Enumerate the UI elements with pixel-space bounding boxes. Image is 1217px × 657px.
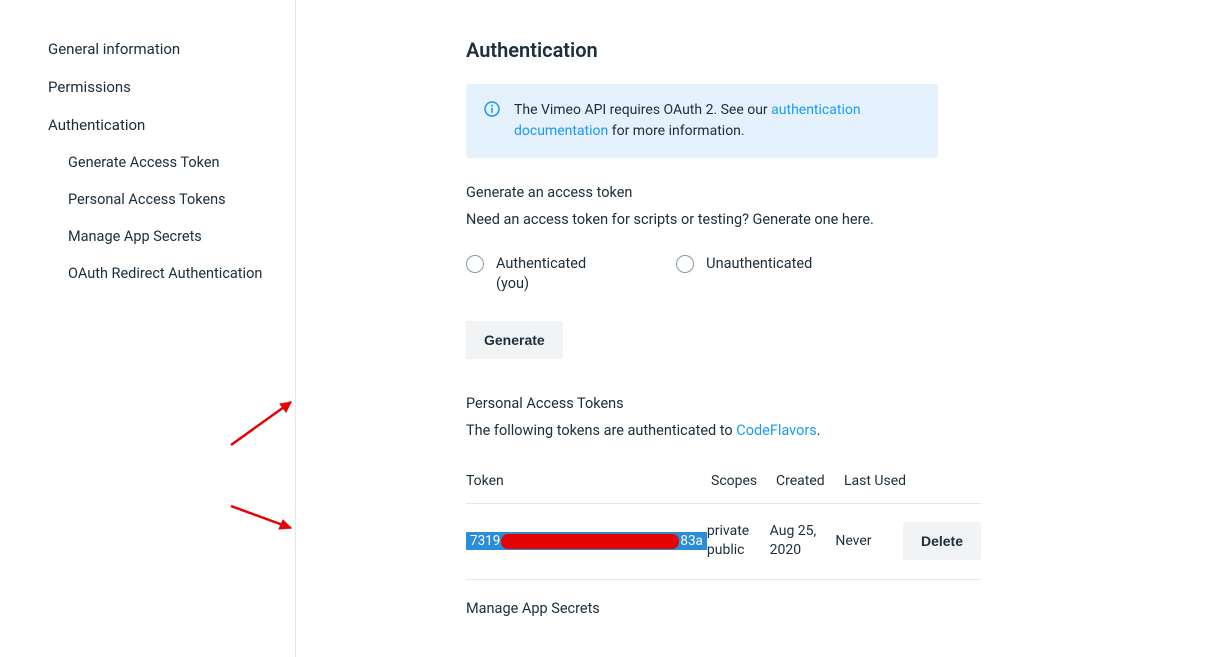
info-text: The Vimeo API requires OAuth 2. See our … xyxy=(514,100,920,142)
table-header-scopes: Scopes xyxy=(711,473,776,489)
manage-app-secrets-heading: Manage App Secrets xyxy=(466,600,1177,617)
created-cell: Aug 25, 2020 xyxy=(770,522,836,561)
scopes-cell: private public xyxy=(707,522,770,561)
scope-line2: public xyxy=(707,542,745,558)
info-text-suffix: for more information. xyxy=(608,123,744,139)
info-icon xyxy=(484,101,500,117)
radio-icon xyxy=(676,255,694,273)
auth-type-radio-group: Authenticated (you) Unauthenticated xyxy=(466,254,1177,295)
action-cell: Delete xyxy=(903,522,981,560)
radio-authenticated[interactable]: Authenticated (you) xyxy=(466,254,586,295)
sidebar-item-personal-access-tokens[interactable]: Personal Access Tokens xyxy=(48,181,295,218)
radio-icon xyxy=(466,255,484,273)
radio-authenticated-label: Authenticated (you) xyxy=(496,254,586,295)
sidebar-item-authentication[interactable]: Authentication xyxy=(48,106,295,144)
sidebar-item-manage-app-secrets[interactable]: Manage App Secrets xyxy=(48,218,295,255)
pat-desc-prefix: The following tokens are authenticated t… xyxy=(466,422,736,439)
personal-access-tokens-heading: Personal Access Tokens xyxy=(466,395,1177,412)
info-banner: The Vimeo API requires OAuth 2. See our … xyxy=(466,84,938,158)
radio-unauthenticated-label: Unauthenticated xyxy=(706,254,812,274)
token-suffix: 83a xyxy=(680,533,703,549)
table-row: 7319 83a private public Aug 25, 2020 Neve… xyxy=(466,504,981,580)
sidebar: General information Permissions Authenti… xyxy=(0,0,296,657)
created-line1: Aug 25, xyxy=(770,523,817,539)
token-prefix: 7319 xyxy=(470,533,500,549)
radio-authenticated-line1: Authenticated xyxy=(496,255,586,272)
sidebar-item-oauth-redirect-authentication[interactable]: OAuth Redirect Authentication xyxy=(48,255,295,292)
info-text-prefix: The Vimeo API requires OAuth 2. See our xyxy=(514,102,771,118)
pat-desc-suffix: . xyxy=(817,422,821,439)
tokens-table: Token Scopes Created Last Used 7319 83a p… xyxy=(466,459,981,580)
generate-access-token-heading: Generate an access token xyxy=(466,184,1177,201)
radio-authenticated-line2: (you) xyxy=(496,275,529,292)
personal-access-tokens-description: The following tokens are authenticated t… xyxy=(466,422,1177,439)
table-header-token: Token xyxy=(466,473,711,489)
table-header-last-used: Last Used xyxy=(844,473,914,489)
created-line2: 2020 xyxy=(770,542,801,558)
delete-button[interactable]: Delete xyxy=(903,522,981,560)
radio-unauthenticated[interactable]: Unauthenticated xyxy=(676,254,812,295)
token-cell: 7319 83a xyxy=(466,532,707,550)
scope-line1: private xyxy=(707,523,749,539)
page-title: Authentication xyxy=(466,38,1177,62)
redaction-bar xyxy=(501,534,679,549)
sidebar-item-generate-access-token[interactable]: Generate Access Token xyxy=(48,144,295,181)
codeflavors-link[interactable]: CodeFlavors xyxy=(736,422,816,439)
last-used-cell: Never xyxy=(835,533,903,549)
sidebar-item-permissions[interactable]: Permissions xyxy=(48,68,295,106)
token-value[interactable]: 7319 83a xyxy=(466,532,707,550)
main-content: Authentication The Vimeo API requires OA… xyxy=(296,0,1217,657)
sidebar-item-general-information[interactable]: General information xyxy=(48,30,295,68)
generate-button[interactable]: Generate xyxy=(466,321,563,359)
table-header-created: Created xyxy=(776,473,844,489)
table-header-row: Token Scopes Created Last Used xyxy=(466,459,981,504)
generate-access-token-description: Need an access token for scripts or test… xyxy=(466,211,1177,228)
